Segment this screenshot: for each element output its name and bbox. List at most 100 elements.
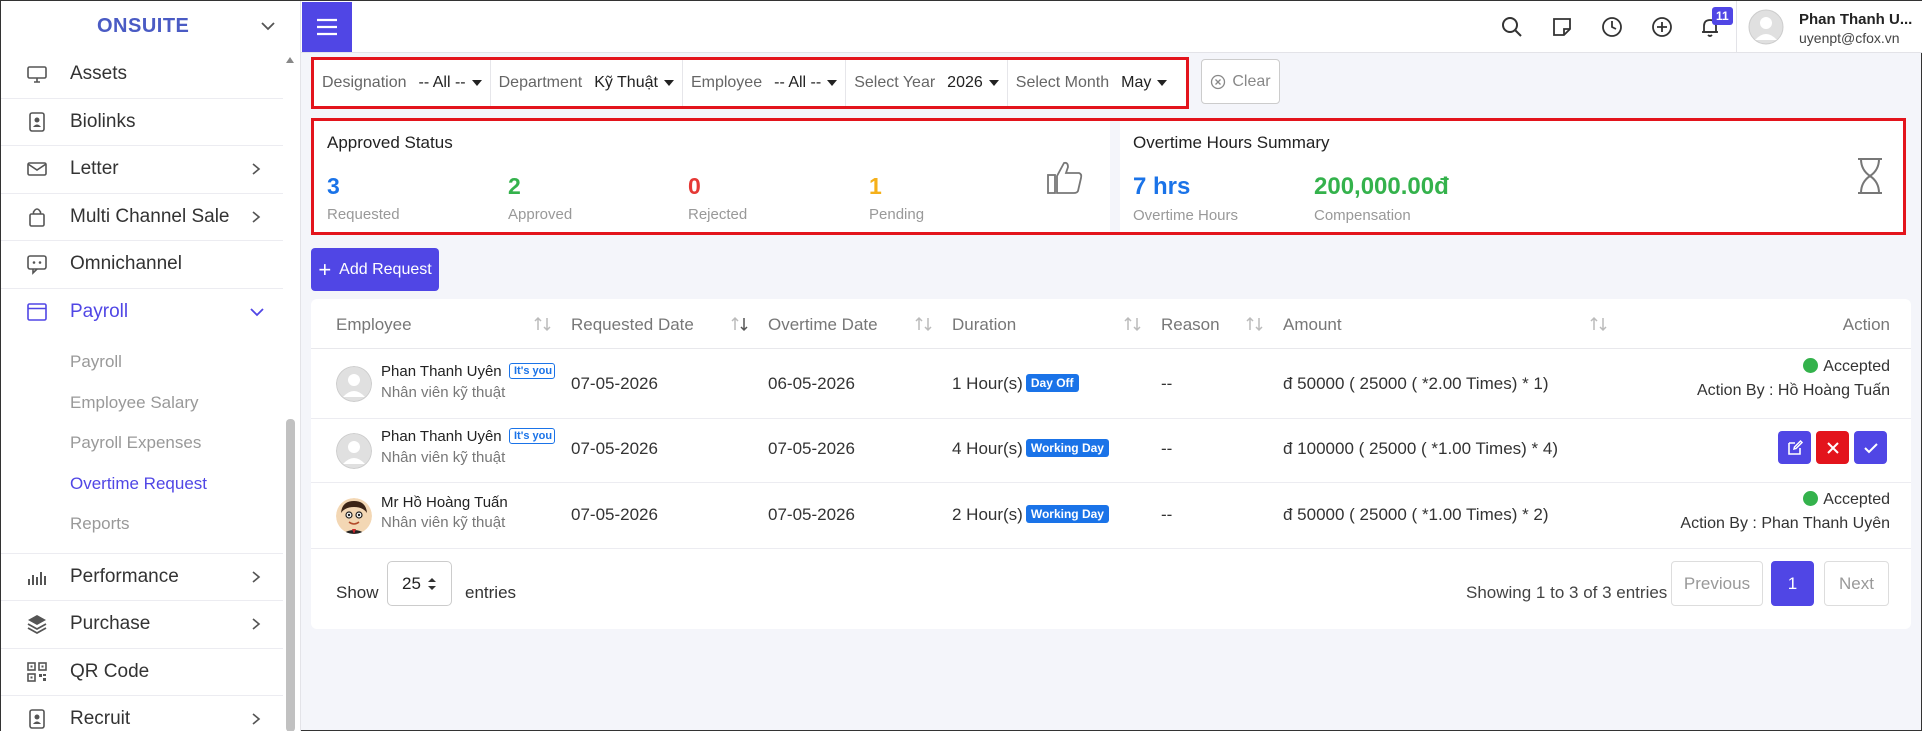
table-header: Employee Requested Date Overtime Date Du…: [311, 299, 1911, 349]
sidebar-subitem-employee-salary[interactable]: Employee Salary: [1, 383, 283, 424]
sidebar-item-qr-code[interactable]: QR Code: [1, 649, 283, 696]
sidebar-subitem-reports[interactable]: Reports: [1, 504, 283, 545]
month-select[interactable]: May: [1121, 74, 1168, 92]
select-value: Kỹ Thuật: [594, 74, 658, 91]
sidebar-menu: Assets Biolinks Letter Multi Channel Sal…: [1, 51, 283, 731]
employee-name[interactable]: Phan Thanh Uyên: [381, 428, 502, 445]
page-1-button[interactable]: 1: [1771, 561, 1814, 606]
add-request-button[interactable]: + Add Request: [311, 248, 439, 291]
sidebar-item-assets[interactable]: Assets: [1, 51, 283, 99]
sidebar-item-label: Letter: [70, 158, 119, 180]
hamburger-icon: [317, 18, 337, 36]
column-header-overtime-date[interactable]: Overtime Date: [768, 315, 878, 335]
sort-icon[interactable]: [730, 315, 750, 333]
table-row: Phan Thanh Uyên It's you Nhân viên kỹ th…: [311, 419, 1911, 483]
amount: đ 100000 ( 25000 ( *1.00 Times) * 4): [1283, 439, 1558, 458]
reject-button[interactable]: [1816, 431, 1849, 464]
sidebar-subitem-overtime-request[interactable]: Overtime Request: [1, 464, 283, 505]
sidebar-item-purchase[interactable]: Purchase: [1, 601, 283, 649]
employee-select[interactable]: -- All --: [774, 74, 838, 92]
sidebar-item-recruit[interactable]: Recruit: [1, 696, 283, 731]
sidebar-scrollbar[interactable]: [285, 55, 295, 731]
chevron-right-icon: [249, 162, 263, 176]
previous-page-button[interactable]: Previous: [1671, 561, 1763, 606]
overtime-date: 06-05-2026: [768, 374, 855, 393]
scrollbar-thumb[interactable]: [286, 419, 295, 731]
avatar[interactable]: [1748, 9, 1784, 45]
overtime-date: 07-05-2026: [768, 505, 855, 524]
sort-icon[interactable]: [1589, 315, 1609, 333]
column-header-amount[interactable]: Amount: [1283, 315, 1342, 335]
avatar: [336, 366, 372, 402]
card-title: Approved Status: [327, 133, 453, 152]
page-length-select[interactable]: 25: [387, 561, 452, 606]
table-row: Mr Hồ Hoàng Tuấn Nhân viên kỹ thuật 07-0…: [311, 483, 1911, 549]
column-header-duration[interactable]: Duration: [952, 315, 1016, 335]
search-icon[interactable]: [1500, 15, 1524, 39]
chevron-down-icon: [249, 305, 265, 319]
window-icon: [25, 300, 49, 324]
chevron-right-icon: [249, 570, 263, 584]
approve-button[interactable]: [1854, 431, 1887, 464]
clock-icon[interactable]: [1600, 15, 1624, 39]
its-you-badge: It's you: [509, 428, 555, 444]
year-select[interactable]: 2026: [947, 74, 999, 92]
sticky-note-icon[interactable]: [1550, 15, 1574, 39]
sidebar-item-payroll[interactable]: Payroll: [1, 289, 283, 337]
sidebar-item-multi-channel-sale[interactable]: Multi Channel Sale: [1, 194, 283, 241]
employee-filter[interactable]: Employee -- All --: [683, 60, 847, 106]
clear-button[interactable]: Clear: [1201, 59, 1280, 104]
chevron-down-icon[interactable]: [259, 17, 277, 35]
year-filter[interactable]: Select Year 2026: [846, 60, 1008, 106]
sort-icon[interactable]: [1123, 315, 1143, 333]
employee-name[interactable]: Phan Thanh Uyên: [381, 363, 502, 380]
employee-name[interactable]: Mr Hồ Hoàng Tuấn: [381, 494, 508, 511]
sort-icon[interactable]: [533, 315, 553, 333]
department-filter[interactable]: Department Kỹ Thuật: [491, 60, 683, 106]
department-select[interactable]: Kỹ Thuật: [594, 74, 674, 92]
sort-icon[interactable]: [914, 315, 934, 333]
plus-circle-icon[interactable]: [1650, 15, 1674, 39]
status-text: Accepted: [1823, 358, 1890, 375]
sidebar-item-performance[interactable]: Performance: [1, 554, 283, 601]
column-header-employee[interactable]: Employee: [336, 315, 412, 335]
sidebar-subitem-payroll[interactable]: Payroll: [1, 342, 283, 383]
top-header: 11 Phan Thanh U... uyenpt@cfox.vn: [301, 1, 1922, 53]
stat-value: 0: [688, 173, 701, 199]
filter-label: Select Month: [1015, 74, 1110, 91]
reason: --: [1161, 505, 1173, 524]
select-value: -- All --: [774, 74, 822, 91]
user-name[interactable]: Phan Thanh U...: [1799, 11, 1912, 28]
column-header-reason[interactable]: Reason: [1161, 315, 1220, 335]
sidebar-item-biolinks[interactable]: Biolinks: [1, 99, 283, 146]
designation-filter[interactable]: Designation -- All --: [314, 60, 491, 106]
plus-icon: +: [318, 256, 332, 282]
clear-label: Clear: [1232, 72, 1271, 90]
employee-title: Nhân viên kỹ thuật: [381, 384, 506, 401]
scroll-up-arrow-icon[interactable]: [285, 55, 295, 65]
day-type-badge: Working Day: [1025, 439, 1109, 457]
sidebar-item-omnichannel[interactable]: Omnichannel: [1, 241, 283, 289]
designation-select[interactable]: -- All --: [419, 74, 482, 92]
sidebar-item-letter[interactable]: Letter: [1, 146, 283, 194]
status-dot: [1803, 358, 1819, 373]
month-filter[interactable]: Select Month May: [1008, 60, 1176, 106]
card-title: Overtime Hours Summary: [1133, 133, 1330, 152]
id-badge-icon: [25, 707, 49, 731]
filter-label: Designation: [322, 74, 407, 91]
sidebar-item-label: Omnichannel: [70, 253, 182, 275]
show-label: Show: [336, 583, 379, 602]
sidebar-subitem-payroll-expenses[interactable]: Payroll Expenses: [1, 423, 283, 464]
user-email: uyenpt@cfox.vn: [1799, 30, 1900, 46]
brand-name: ONSUITE: [97, 15, 190, 37]
next-page-button[interactable]: Next: [1824, 561, 1889, 606]
hamburger-menu-button[interactable]: [302, 2, 352, 52]
stat-value: 7 hrs: [1133, 173, 1191, 200]
filter-label: Select Year: [854, 74, 936, 91]
duration: 4 Hour(s) Working Day: [952, 439, 1109, 459]
stat-approved: 2 Approved: [508, 173, 572, 223]
column-header-requested-date[interactable]: Requested Date: [571, 315, 694, 335]
brand: ONSUITE: [1, 1, 300, 51]
sort-icon[interactable]: [1245, 315, 1265, 333]
edit-button[interactable]: [1778, 431, 1811, 464]
